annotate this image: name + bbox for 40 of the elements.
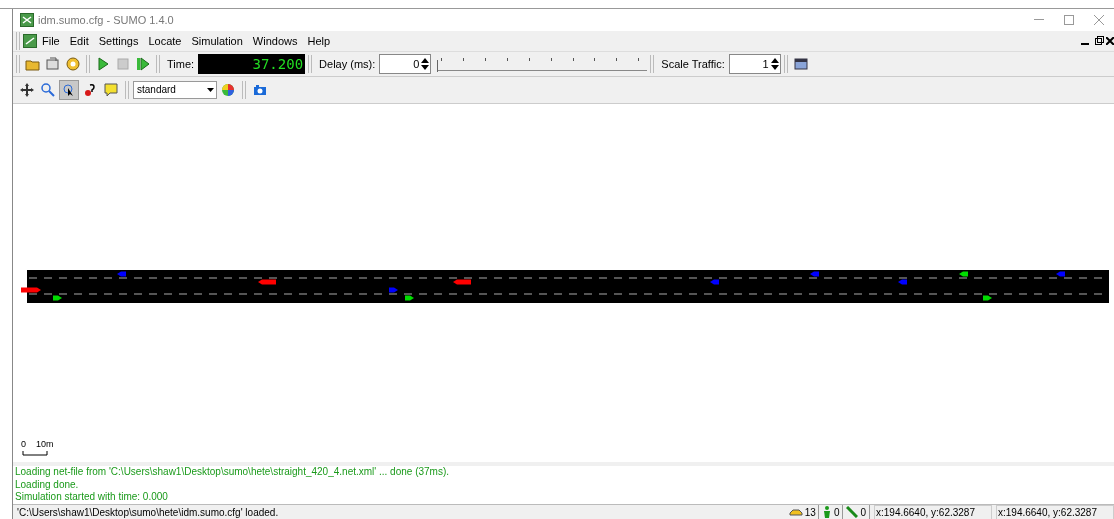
menu-item[interactable]: Locate	[143, 32, 187, 50]
locate-cursor-button[interactable]	[59, 79, 79, 100]
restore-button[interactable]	[1092, 33, 1106, 48]
close-icon	[1094, 14, 1104, 25]
log-line: Loading net-file from 'C:\Users\shaw1\Desktop\sumo\hete\straight_420_4.net.xml' ... done (37ms).	[15, 466, 451, 479]
delay-field[interactable]: 0	[379, 53, 432, 74]
log-line: Loading done.	[15, 478, 80, 492]
minimize-icon	[1034, 19, 1044, 21]
log-line: Simulation started with time: 0.000	[15, 491, 169, 504]
cursor-icon	[62, 82, 76, 97]
container-count: 0	[860, 505, 866, 519]
status-message: 'C:\Users\shaw1\Desktop\sumo\hete\idm.sumo.cfg' loaded.	[16, 505, 280, 519]
menu-item[interactable]: Simulation	[186, 32, 248, 50]
car-icon	[788, 507, 803, 517]
scale-traffic-label: Scale Traffic:	[660, 56, 726, 72]
window-title: idm.sumo.cfg - SUMO 1.4.0	[38, 12, 174, 28]
vehicle-count: 13	[804, 505, 816, 519]
restore-icon	[1094, 36, 1104, 46]
dropdown-arrow-icon	[207, 87, 214, 92]
scale-bar-icon	[21, 451, 49, 457]
maximize-icon	[1064, 14, 1074, 25]
scale-end-label: 10m	[36, 437, 54, 451]
menu-item[interactable]: Settings	[93, 32, 144, 50]
scale-traffic-field[interactable]: 1	[728, 53, 781, 74]
menu-item[interactable]: Help	[302, 32, 336, 50]
menu-item[interactable]: Edit	[64, 32, 94, 50]
time-display: 37.200	[198, 53, 306, 74]
coordinates-field: x:194.6640, y:62.3287	[874, 504, 992, 519]
time-label: Time:	[166, 56, 196, 72]
person-count: 0	[833, 505, 840, 519]
app-icon	[20, 12, 34, 27]
menu-item[interactable]: File	[37, 32, 65, 50]
delay-label: Delay (ms):	[318, 56, 377, 72]
scheme-dropdown[interactable]: standard	[133, 80, 217, 99]
minimize-icon	[1081, 42, 1089, 45]
close-icon	[1106, 36, 1114, 45]
scale-start-label: 0	[21, 437, 26, 451]
person-icon	[821, 506, 832, 518]
coordinates-field: x:194.6640, y:62.3287	[996, 504, 1114, 519]
menu-item[interactable]: Windows	[247, 32, 303, 50]
